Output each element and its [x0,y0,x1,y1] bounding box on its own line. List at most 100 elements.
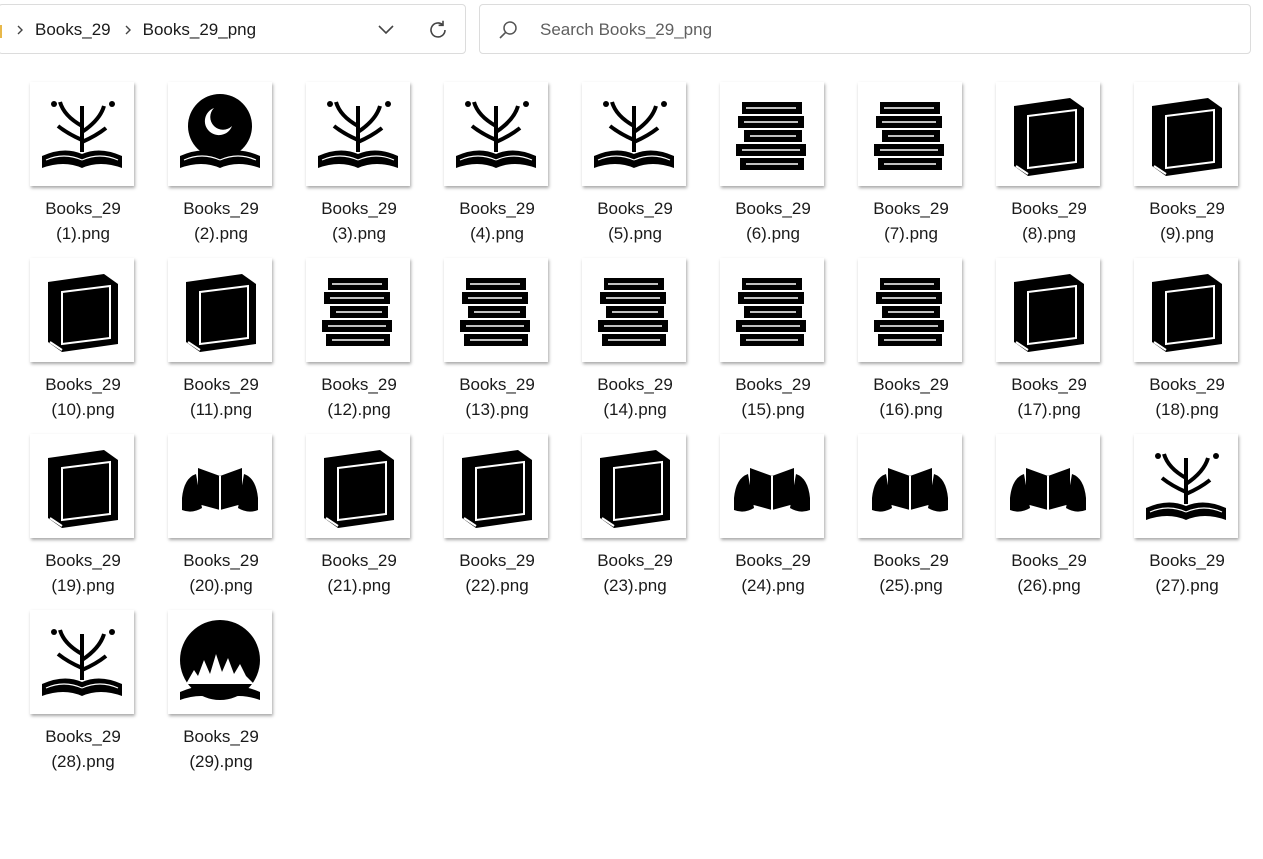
book-stack-open-icon [720,82,824,186]
file-name-line: Books_29 [735,551,811,570]
tall-book-stack-icon [306,258,410,362]
file-item[interactable]: Books_29 (5).png [566,76,704,252]
search-icon [499,21,517,39]
file-name: Books_29 (18).png [1118,372,1256,422]
file-name-line: Books_29 [183,551,259,570]
file-name: Books_29 (7).png [842,196,980,246]
file-name-line: Books_29 [183,375,259,394]
refresh-icon [430,20,446,38]
file-name-line: Books_29 [45,375,121,394]
file-name: Books_29 (29).png [152,724,290,774]
file-item[interactable]: Books_29 (15).png [704,252,842,428]
file-name-line: (21).png [327,576,391,595]
leaf-cover-book-icon [30,258,134,362]
file-item[interactable]: Books_29 (18).png [1118,252,1256,428]
file-item[interactable]: Books_29 (24).png [704,428,842,604]
book-stack-bird-icon [858,82,962,186]
file-name: Books_29 (6).png [704,196,842,246]
file-item[interactable]: Books_29 (17).png [980,252,1118,428]
file-item[interactable]: Books_29 (23).png [566,428,704,604]
breadcrumb: Books_29 Books_29_png [9,5,262,55]
file-item[interactable]: Books_29 (10).png [14,252,152,428]
file-name-line: Books_29 [459,375,535,394]
file-name-line: Books_29 [45,551,121,570]
file-name-line: (27).png [1155,576,1219,595]
chevron-right-icon[interactable] [9,20,31,40]
flame-book-icon [306,434,410,538]
search-box[interactable] [479,4,1251,54]
file-item[interactable]: Books_29 (12).png [290,252,428,428]
open-book-bird-icon [306,82,410,186]
book-stack-bow-icon [582,258,686,362]
file-name-line: (25).png [879,576,943,595]
file-name: Books_29 (26).png [980,548,1118,598]
file-item[interactable]: Books_29 (21).png [290,428,428,604]
file-name-line: (1).png [56,224,110,243]
neat-book-stack-icon [858,258,962,362]
file-item[interactable]: Books_29 (1).png [14,76,152,252]
file-name: Books_29 (13).png [428,372,566,422]
file-item[interactable]: Books_29 (14).png [566,252,704,428]
file-item[interactable]: Books_29 (2).png [152,76,290,252]
file-name-line: (23).png [603,576,667,595]
file-name-line: Books_29 [735,199,811,218]
refresh-button[interactable] [423,17,453,43]
breadcrumb-item[interactable]: Books_29 [31,20,117,40]
file-item[interactable]: Books_29 (4).png [428,76,566,252]
file-name: Books_29 (25).png [842,548,980,598]
file-name-line: Books_29 [459,199,535,218]
file-name-line: (17).png [1017,400,1081,419]
file-grid: Books_29 (1).png Books_29 (2).png Books_29 (3… [14,76,1256,780]
file-item[interactable]: Books_29 (11).png [152,252,290,428]
file-item[interactable]: Books_29 (8).png [980,76,1118,252]
file-item[interactable]: Books_29 (29).png [152,604,290,780]
closed-book-icon [996,82,1100,186]
open-book-sprout-icon [444,82,548,186]
file-name-line: (9).png [1160,224,1214,243]
file-name: Books_29 (23).png [566,548,704,598]
file-name: Books_29 (28).png [14,724,152,774]
file-item[interactable]: Books_29 (20).png [152,428,290,604]
file-name-line: (4).png [470,224,524,243]
address-history-dropdown[interactable] [371,17,401,43]
zodiac-book-icon [168,258,272,362]
file-name-line: (11).png [189,400,253,419]
file-name-line: (7).png [884,224,938,243]
file-name-line: Books_29 [597,375,673,394]
address-bar[interactable]: Books_29 Books_29_png [0,4,466,54]
chevron-right-icon[interactable] [117,20,139,40]
file-name-line: Books_29 [321,199,397,218]
file-name: Books_29 (4).png [428,196,566,246]
file-item[interactable]: Books_29 (9).png [1118,76,1256,252]
lined-book-icon [444,434,548,538]
hands-book-sprout-icon [996,434,1100,538]
file-name-line: (22).png [465,576,529,595]
search-input[interactable] [538,15,1232,45]
file-item[interactable]: Books_29 (3).png [290,76,428,252]
file-name-line: (15).png [741,400,805,419]
file-name-line: (19).png [51,576,115,595]
file-item[interactable]: Books_29 (7).png [842,76,980,252]
book-stack-leaves-icon [720,258,824,362]
file-item[interactable]: Books_29 (26).png [980,428,1118,604]
folder-icon [0,25,2,38]
file-name-line: Books_29 [183,199,259,218]
file-item[interactable]: Books_29 (13).png [428,252,566,428]
file-name: Books_29 (21).png [290,548,428,598]
file-name-line: (8).png [1022,224,1076,243]
file-name: Books_29 (20).png [152,548,290,598]
file-name: Books_29 (9).png [1118,196,1256,246]
file-item[interactable]: Books_29 (27).png [1118,428,1256,604]
open-book-plants-icon [30,82,134,186]
file-item[interactable]: Books_29 (22).png [428,428,566,604]
file-name: Books_29 (3).png [290,196,428,246]
breadcrumb-item[interactable]: Books_29_png [139,20,262,40]
file-item[interactable]: Books_29 (16).png [842,252,980,428]
file-item[interactable]: Books_29 (19).png [14,428,152,604]
file-item[interactable]: Books_29 (25).png [842,428,980,604]
hands-book-plant-icon [858,434,962,538]
file-item[interactable]: Books_29 (6).png [704,76,842,252]
file-item[interactable]: Books_29 (28).png [14,604,152,780]
file-name-line: Books_29 [1011,375,1087,394]
open-book-stars-icon [582,82,686,186]
